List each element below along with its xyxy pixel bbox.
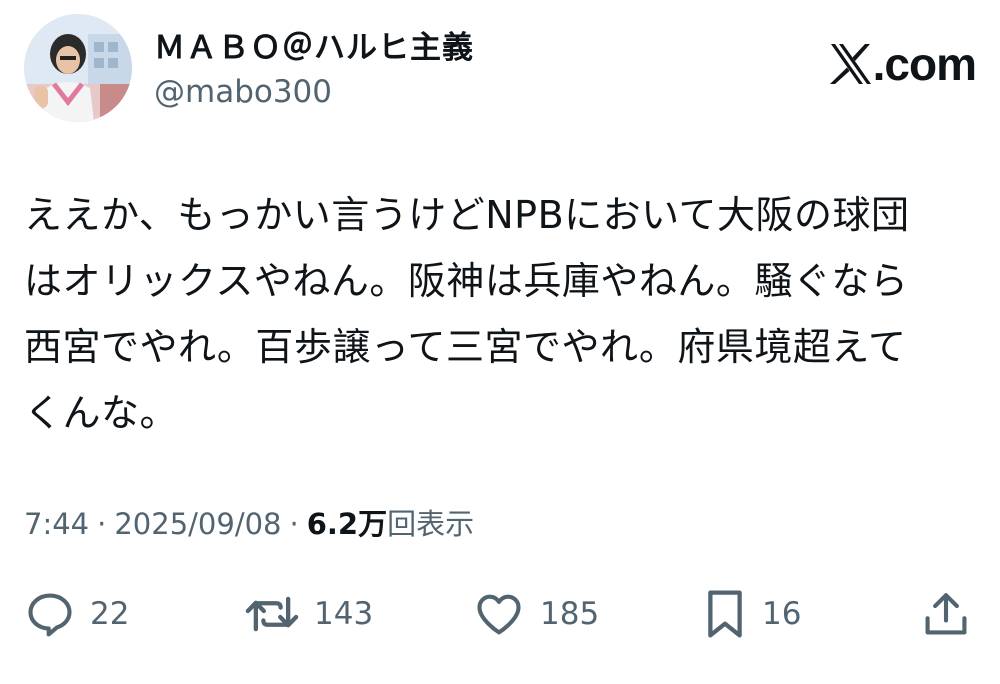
tweet-date[interactable]: 2025/09/08 bbox=[114, 507, 281, 541]
like-count: 185 bbox=[540, 596, 600, 632]
author-handle[interactable]: @mabo300 bbox=[154, 72, 474, 112]
retweet-count: 143 bbox=[314, 596, 374, 632]
avatar[interactable] bbox=[24, 14, 132, 122]
source-logo-text: .com bbox=[872, 38, 977, 90]
bookmark-count: 16 bbox=[762, 596, 802, 632]
source-logo: .com bbox=[829, 38, 977, 90]
reply-icon bbox=[28, 593, 72, 637]
heart-icon bbox=[477, 594, 521, 635]
meta-separator: · bbox=[97, 507, 107, 541]
bookmark-button[interactable]: 16 bbox=[702, 584, 801, 644]
tweet-meta: 7:44 · 2025/09/08 · 6.2万回表示 bbox=[24, 504, 474, 544]
author-block: ＭＡＢＯ＠ハルヒ主義 @mabo300 bbox=[154, 28, 474, 112]
tweet-text: ええか、もっかい言うけどNPBにおいて大阪の球団 はオリックスやねん。阪神は兵庫… bbox=[24, 193, 910, 435]
retweet-button[interactable]: 143 bbox=[244, 584, 373, 644]
bookmark-icon bbox=[708, 590, 742, 638]
share-icon bbox=[925, 593, 967, 635]
share-button[interactable] bbox=[920, 584, 972, 644]
reply-count: 22 bbox=[90, 596, 130, 632]
tweet-time[interactable]: 7:44 bbox=[24, 507, 89, 541]
like-button[interactable]: 185 bbox=[472, 584, 599, 644]
meta-separator: · bbox=[289, 507, 299, 541]
views-count: 6.2万 bbox=[306, 507, 388, 541]
action-bar: 22 143 185 16 bbox=[24, 584, 976, 644]
views-label: 回表示 bbox=[387, 507, 475, 541]
x-logo-icon bbox=[829, 44, 871, 84]
user-photo-avatar-icon bbox=[24, 14, 132, 122]
retweet-icon bbox=[245, 596, 299, 632]
author-display-name[interactable]: ＭＡＢＯ＠ハルヒ主義 bbox=[154, 28, 474, 68]
reply-button[interactable]: 22 bbox=[24, 584, 129, 644]
tweet-header: ＭＡＢＯ＠ハルヒ主義 @mabo300 .com bbox=[24, 14, 977, 126]
